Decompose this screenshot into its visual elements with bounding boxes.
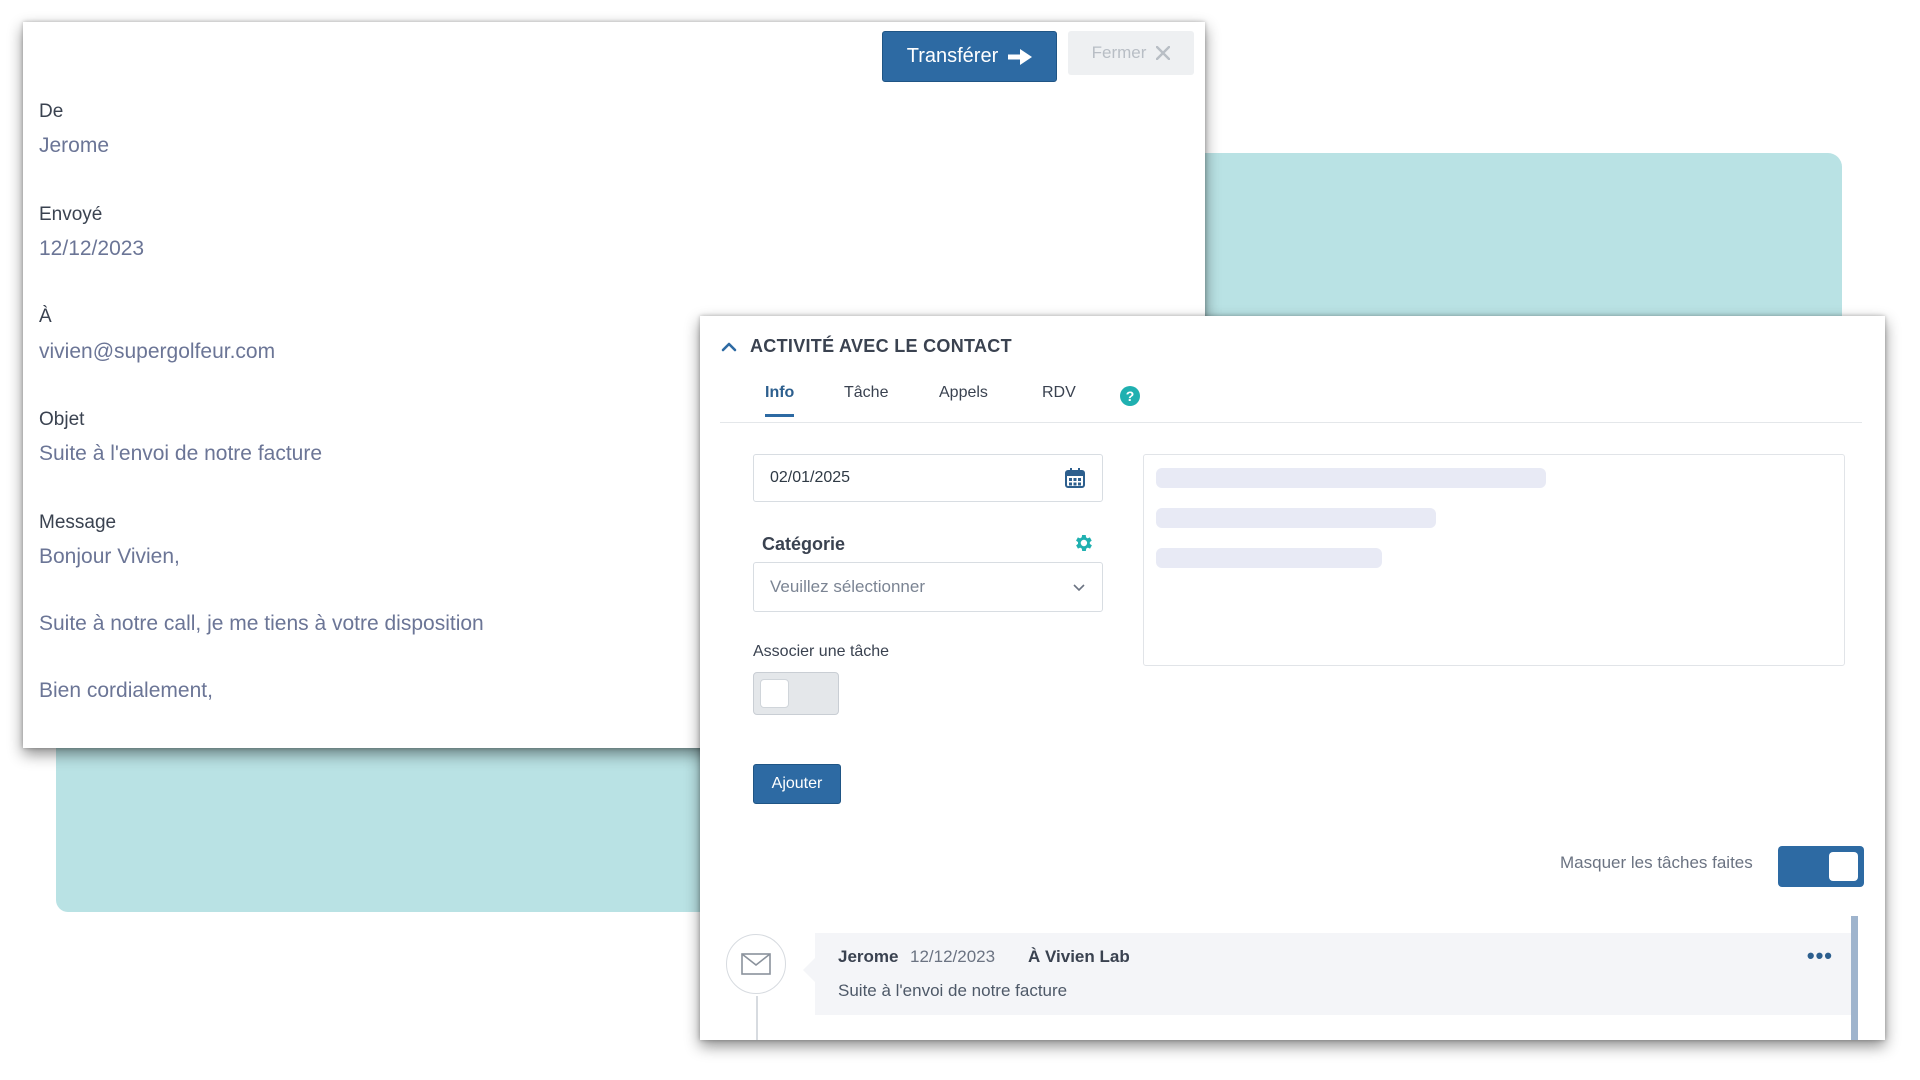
add-button[interactable]: Ajouter xyxy=(753,764,841,804)
entry-date: 12/12/2023 xyxy=(910,947,996,966)
entry-pointer xyxy=(803,958,815,982)
skeleton-line xyxy=(1156,548,1382,568)
close-button-label: Fermer xyxy=(1091,43,1147,62)
more-options-icon[interactable]: ••• xyxy=(1807,943,1833,969)
tab-appels[interactable]: Appels xyxy=(939,384,988,414)
message-line-3: Bien cordialement, xyxy=(39,679,213,702)
sent-label: Envoyé xyxy=(39,204,103,225)
background-teal-block-bottom xyxy=(56,740,756,912)
date-value: 02/01/2025 xyxy=(770,469,851,486)
to-value: vivien@supergolfeur.com xyxy=(39,340,276,363)
calendar-icon[interactable] xyxy=(1064,467,1086,489)
transfer-button-label: Transférer xyxy=(906,45,999,67)
subject-value: Suite à l'envoi de notre facture xyxy=(39,442,323,465)
preview-placeholder-box xyxy=(1143,454,1845,666)
skeleton-line xyxy=(1156,508,1436,528)
from-label: De xyxy=(39,101,64,122)
entry-recipient: À Vivien Lab xyxy=(1028,947,1130,966)
timeline-entry[interactable]: Jerome 12/12/2023 À Vivien Lab Suite à l… xyxy=(815,933,1851,1015)
entry-subject: Suite à l'envoi de notre facture xyxy=(838,981,1068,1000)
gear-icon[interactable] xyxy=(1072,532,1094,554)
arrow-right-icon xyxy=(1008,48,1033,65)
from-value: Jerome xyxy=(39,134,110,157)
message-line-2: Suite à notre call, je me tiens à votre … xyxy=(39,612,484,635)
hide-done-tasks-label: Masquer les tâches faites xyxy=(1560,853,1753,872)
category-label: Catégorie xyxy=(762,534,846,554)
tab-info[interactable]: Info xyxy=(765,384,795,417)
chevron-up-icon[interactable] xyxy=(720,338,738,356)
help-icon[interactable]: ? xyxy=(1120,386,1140,406)
hide-done-tasks-toggle[interactable] xyxy=(1778,846,1864,887)
tab-tache[interactable]: Tâche xyxy=(844,384,888,414)
associate-task-toggle[interactable] xyxy=(753,672,839,715)
entry-author: Jerome xyxy=(838,947,899,966)
envelope-icon xyxy=(741,953,771,975)
activity-panel: ACTIVITÉ AVEC LE CONTACT Info Tâche Appe… xyxy=(700,316,1885,1040)
activity-title: ACTIVITÉ AVEC LE CONTACT xyxy=(750,336,1012,356)
subject-label: Objet xyxy=(39,409,85,430)
transfer-button[interactable]: Transférer xyxy=(882,31,1057,82)
chevron-down-icon xyxy=(1073,584,1085,592)
tab-rdv[interactable]: RDV xyxy=(1042,384,1076,414)
activity-header[interactable]: ACTIVITÉ AVEC LE CONTACT xyxy=(720,336,1012,357)
message-label: Message xyxy=(39,512,117,533)
scrollbar[interactable] xyxy=(1851,916,1858,1040)
skeleton-line xyxy=(1156,468,1546,488)
associate-task-label: Associer une tâche xyxy=(753,643,890,660)
timeline-mail-badge xyxy=(726,934,786,994)
close-button[interactable]: Fermer xyxy=(1068,31,1194,75)
toggle-knob xyxy=(1829,852,1858,881)
category-placeholder: Veuillez sélectionner xyxy=(770,577,925,596)
sent-value: 12/12/2023 xyxy=(39,237,145,260)
to-label: À xyxy=(39,306,52,327)
timeline-line xyxy=(756,996,758,1040)
close-icon xyxy=(1156,46,1171,60)
toggle-knob xyxy=(760,679,789,708)
category-select[interactable]: Veuillez sélectionner xyxy=(753,562,1103,612)
background-teal-block-top xyxy=(1150,153,1842,323)
activity-tabs: Info Tâche Appels RDV ? xyxy=(720,372,1862,423)
date-input[interactable]: 02/01/2025 xyxy=(753,454,1103,502)
message-line-1: Bonjour Vivien, xyxy=(39,545,180,568)
